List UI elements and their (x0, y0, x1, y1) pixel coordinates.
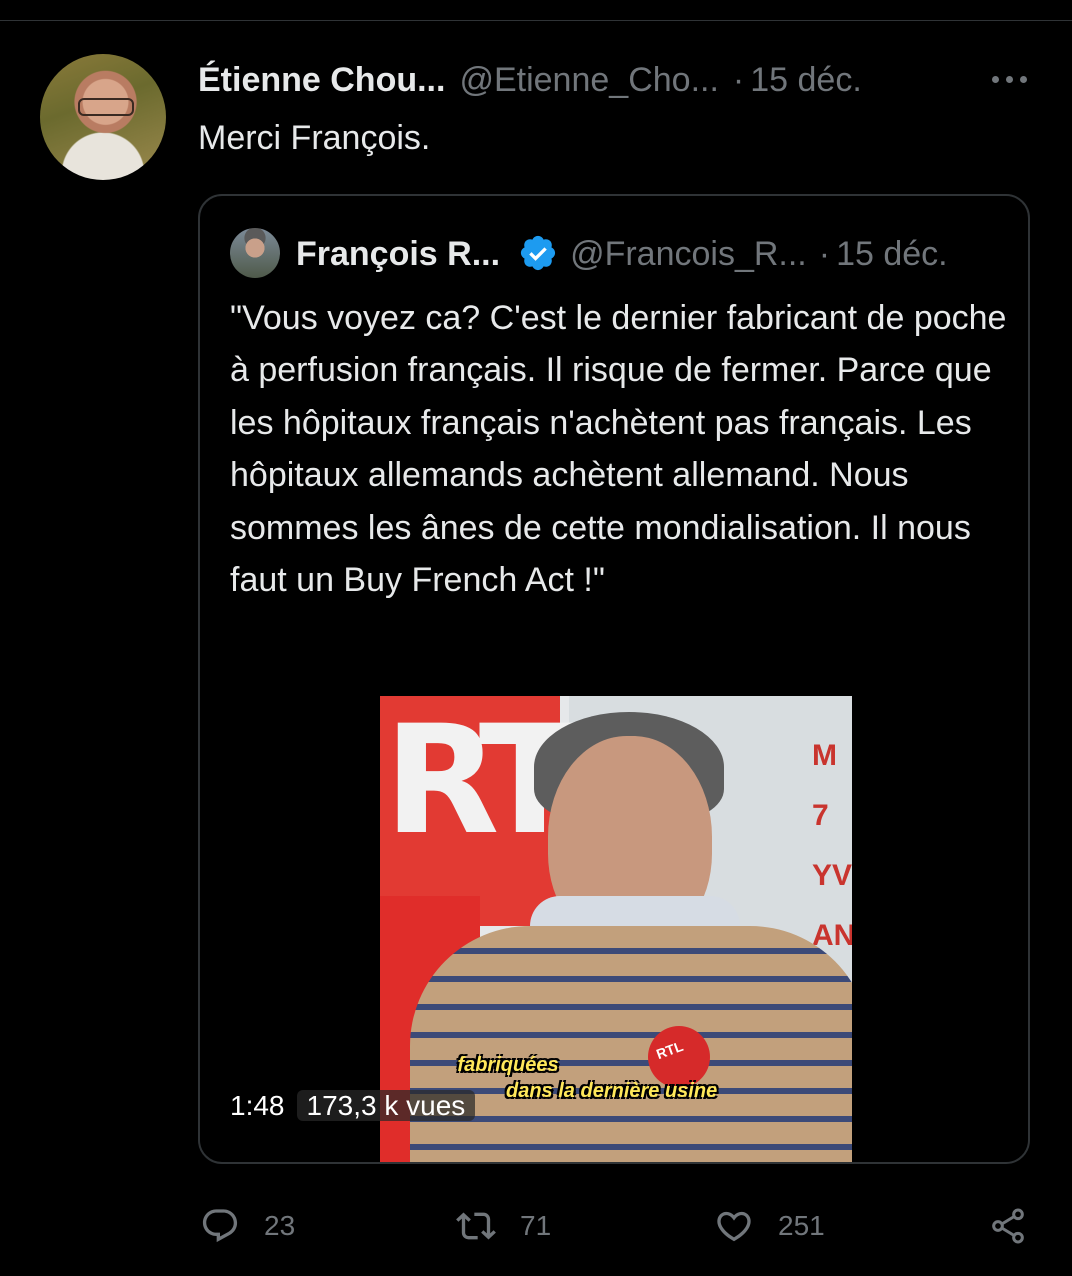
share-button[interactable] (988, 1200, 1028, 1252)
quoted-post-date[interactable]: 15 déc. (836, 235, 948, 273)
video-duration: 1:48 (230, 1090, 285, 1121)
retweet-button[interactable]: 71 (456, 1200, 551, 1252)
heart-icon (717, 1211, 751, 1242)
more-horizontal-icon[interactable] (990, 64, 1030, 94)
verified-badge-icon (520, 235, 556, 271)
video-caption-line1: fabriquées (457, 1054, 559, 1076)
reply-button[interactable]: 23 (200, 1200, 295, 1252)
like-button[interactable]: 251 (714, 1200, 825, 1252)
share-icon (992, 1208, 1024, 1244)
video-views: 173,3 k vues (296, 1090, 476, 1121)
tweet-header: Étienne Chou... @Etienne_Cho... · 15 déc. (198, 58, 978, 102)
quoted-author-name[interactable]: François R... (296, 235, 500, 273)
retweet-count: 71 (520, 1210, 552, 1241)
like-count: 251 (778, 1210, 825, 1241)
author-handle[interactable]: @Etienne_Cho... (459, 61, 718, 99)
author-name[interactable]: Étienne Chou... (198, 61, 445, 99)
reply-icon (202, 1209, 238, 1243)
quoted-tweet-card[interactable]: François R... @Francois_R... · 15 déc. "Vo… (198, 194, 1030, 1164)
striped-sweater (410, 926, 852, 1162)
top-divider (0, 20, 1072, 21)
reply-count: 23 (264, 1210, 296, 1241)
author-avatar[interactable] (40, 54, 166, 180)
tweet-text: Merci François. (198, 119, 431, 157)
header-separator: · (732, 61, 745, 99)
quoted-author-avatar[interactable] (230, 228, 280, 278)
background-sign-text: M 7 YV ANDIN (812, 739, 852, 952)
avatar-glasses (78, 98, 134, 116)
quoted-header-separator: · (818, 235, 831, 273)
retweet-icon (456, 1212, 496, 1240)
tweet-actions: 23 71 251 (198, 1200, 1038, 1252)
video-meta: 1:48 173,3 k vues (230, 1084, 476, 1128)
quoted-tweet-text: "Vous voyez ca? C'est le dernier fabrica… (230, 299, 1007, 600)
quoted-author-handle[interactable]: @Francois_R... (570, 235, 807, 273)
quoted-tweet-header: François R... @Francois_R... · 15 déc. (296, 232, 948, 276)
video-caption-line2: dans la dernière usine (506, 1080, 718, 1102)
post-date[interactable]: 15 déc. (750, 61, 862, 99)
